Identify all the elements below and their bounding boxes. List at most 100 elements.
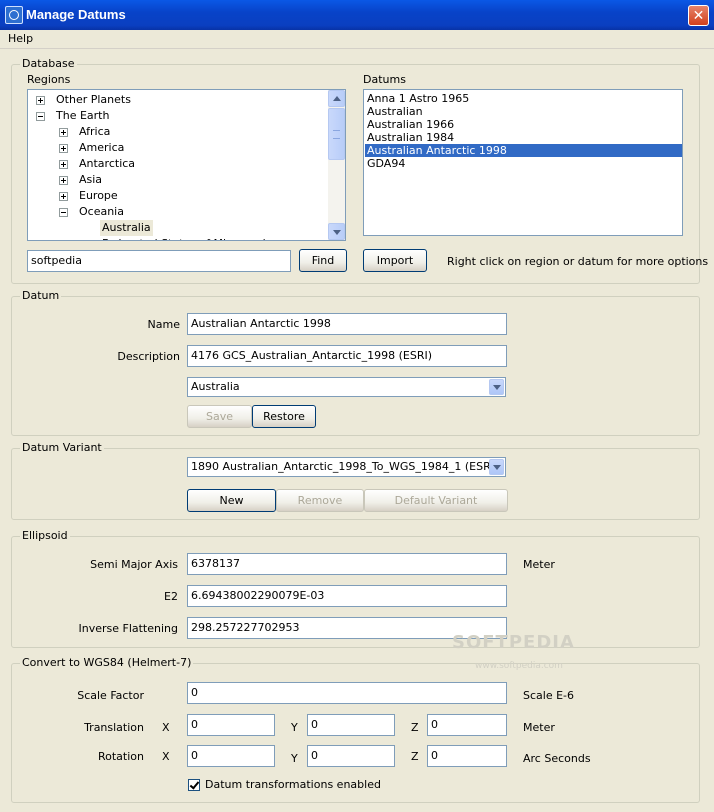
expand-icon[interactable] — [59, 176, 68, 185]
tree-item[interactable]: Antarctica — [28, 156, 328, 172]
chevron-down-icon[interactable] — [489, 459, 504, 475]
menu-bar: Help — [0, 30, 714, 49]
datum-list-item[interactable]: Australian 1966 — [365, 118, 682, 131]
region-select-value: Australia — [191, 380, 240, 393]
collapse-icon[interactable] — [59, 208, 68, 217]
close-button[interactable]: ✕ — [688, 5, 709, 26]
variant-group-label: Datum Variant — [20, 441, 104, 454]
translation-label: Translation — [84, 721, 144, 734]
remove-variant-button[interactable]: Remove — [276, 489, 364, 512]
description-label: Description — [117, 350, 180, 363]
tree-item[interactable]: Australia — [28, 220, 328, 236]
title-bar: Manage Datums ✕ — [0, 0, 714, 30]
expand-icon[interactable] — [59, 160, 68, 169]
search-input[interactable]: softpedia — [27, 250, 291, 272]
datum-group-label: Datum — [20, 289, 62, 302]
tree-item-label: The Earth — [56, 109, 110, 122]
default-variant-button[interactable]: Default Variant — [364, 489, 508, 512]
semi-major-unit: Meter — [523, 558, 555, 571]
rotation-z-field[interactable]: 0 — [427, 745, 507, 767]
scale-factor-label: Scale Factor — [77, 689, 144, 702]
find-button[interactable]: Find — [299, 249, 347, 272]
tree-item[interactable]: Other Planets — [28, 92, 328, 108]
enabled-label: Datum transformations enabled — [205, 778, 381, 791]
datum-list-item[interactable]: Australian — [365, 105, 682, 118]
inverse-flattening-label: Inverse Flattening — [78, 622, 178, 635]
expand-icon[interactable] — [59, 144, 68, 153]
tree-item[interactable]: Asia — [28, 172, 328, 188]
translation-x-label: X — [162, 721, 170, 734]
translation-y-field[interactable]: 0 — [307, 714, 395, 736]
tree-item-label: Africa — [79, 125, 111, 138]
tree-item[interactable]: America — [28, 140, 328, 156]
regions-label: Regions — [27, 73, 71, 86]
convert-group-label: Convert to WGS84 (Helmert-7) — [20, 656, 194, 669]
scroll-down-button[interactable] — [328, 223, 345, 240]
chevron-down-icon[interactable] — [489, 379, 504, 395]
translation-unit: Meter — [523, 721, 555, 734]
scroll-thumb[interactable] — [328, 108, 345, 160]
semi-major-label: Semi Major Axis — [90, 558, 178, 571]
tree-item-label: Australia — [100, 220, 153, 236]
translation-z-label: Z — [411, 721, 419, 734]
translation-x-field[interactable]: 0 — [187, 714, 275, 736]
datums-list[interactable]: Anna 1 Astro 1965 Australian Australian 19… — [363, 89, 683, 236]
tree-item-label: Europe — [79, 189, 118, 202]
tree-item[interactable]: Africa — [28, 124, 328, 140]
variant-select-value: 1890 Australian_Antarctic_1998_To_WGS_19… — [191, 460, 499, 473]
variant-select[interactable]: 1890 Australian_Antarctic_1998_To_WGS_19… — [187, 457, 506, 477]
datums-label: Datums — [363, 73, 406, 86]
import-button[interactable]: Import — [363, 249, 427, 272]
datum-list-item[interactable]: Australian 1984 — [365, 131, 682, 144]
datum-list-item[interactable]: GDA94 — [365, 157, 682, 170]
tree-item-label: Other Planets — [56, 93, 131, 106]
rotation-unit: Arc Seconds — [523, 752, 591, 765]
rotation-z-label: Z — [411, 750, 419, 763]
restore-button[interactable]: Restore — [252, 405, 316, 428]
semi-major-field[interactable]: 6378137 — [187, 553, 507, 575]
name-field[interactable]: Australian Antarctic 1998 — [187, 313, 507, 335]
rotation-y-label: Y — [291, 752, 298, 765]
translation-y-label: Y — [291, 721, 298, 734]
softpedia-watermark: SOFTPEDIA — [452, 632, 575, 653]
tree-item[interactable]: Federated States of Micronesia — [28, 236, 328, 241]
tree-item[interactable]: Europe — [28, 188, 328, 204]
expand-icon[interactable] — [59, 192, 68, 201]
new-variant-button[interactable]: New — [187, 489, 276, 512]
regions-tree[interactable]: Other Planets The Earth Africa America Antar… — [27, 89, 346, 241]
enabled-checkbox[interactable] — [188, 779, 200, 791]
hint-text: Right click on region or datum for more … — [447, 255, 709, 268]
tree-item-label: America — [79, 141, 125, 154]
regions-scrollbar[interactable] — [328, 90, 345, 240]
scale-factor-unit: Scale E-6 — [523, 689, 575, 702]
tree-item-label: Asia — [79, 173, 103, 186]
scroll-up-button[interactable] — [328, 90, 345, 107]
save-button[interactable]: Save — [187, 405, 252, 428]
tree-item[interactable]: The Earth — [28, 108, 328, 124]
e2-label: E2 — [164, 590, 178, 603]
rotation-y-field[interactable]: 0 — [307, 745, 395, 767]
expand-icon[interactable] — [59, 128, 68, 137]
menu-help[interactable]: Help — [8, 32, 33, 45]
expand-icon[interactable] — [36, 96, 45, 105]
tree-item-label: Federated States of Micronesia — [100, 236, 274, 240]
app-icon — [5, 6, 23, 24]
datum-list-item[interactable]: Australian Antarctic 1998 — [365, 144, 682, 157]
region-select[interactable]: Australia — [187, 377, 506, 397]
rotation-x-field[interactable]: 0 — [187, 745, 275, 767]
collapse-icon[interactable] — [36, 112, 45, 121]
translation-z-field[interactable]: 0 — [427, 714, 507, 736]
scale-factor-field[interactable]: 0 — [187, 682, 507, 704]
softpedia-watermark-url: www.softpedia.com — [475, 661, 563, 671]
database-group-label: Database — [20, 57, 77, 70]
tree-item-label: Antarctica — [79, 157, 136, 170]
window-title: Manage Datums — [26, 7, 126, 22]
expand-icon[interactable] — [82, 240, 91, 241]
tree-item[interactable]: Oceania — [28, 204, 328, 220]
description-field[interactable]: 4176 GCS_Australian_Antarctic_1998 (ESRI… — [187, 345, 507, 367]
rotation-label: Rotation — [97, 750, 144, 763]
ellipsoid-group-label: Ellipsoid — [20, 529, 70, 542]
e2-field[interactable]: 6.69438002290079E-03 — [187, 585, 507, 607]
datum-list-item[interactable]: Anna 1 Astro 1965 — [365, 92, 682, 105]
rotation-x-label: X — [162, 750, 170, 763]
